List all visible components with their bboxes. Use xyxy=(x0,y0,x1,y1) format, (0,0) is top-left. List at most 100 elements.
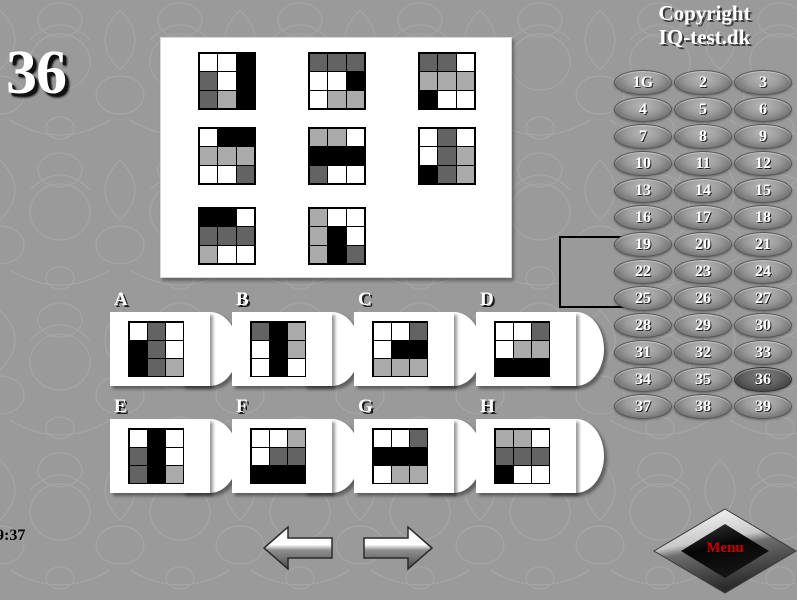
question-number-pad[interactable]: 1G 2 3 4 5 6 7 8 9 10 11 12 13 14 15 16 17 18 19 20 21 22 23 24… xyxy=(614,70,794,420)
question-button-33[interactable]: 33 xyxy=(734,340,792,365)
question-button-3[interactable]: 3 xyxy=(734,70,792,95)
grid-cell-r2c1 xyxy=(372,446,392,466)
grid-cell-r2c1 xyxy=(198,146,219,166)
question-button-16[interactable]: 16 xyxy=(614,205,672,230)
answer-option-D[interactable]: D xyxy=(476,290,604,386)
grid-cell-r1c1 xyxy=(250,428,270,448)
question-button-11[interactable]: 11 xyxy=(674,151,732,176)
question-button-4[interactable]: 4 xyxy=(614,97,672,122)
answer-option-H[interactable]: H xyxy=(476,397,604,493)
question-button-10[interactable]: 10 xyxy=(614,151,672,176)
grid-cell-r1c2 xyxy=(146,428,166,448)
question-button-5[interactable]: 5 xyxy=(674,97,732,122)
question-button-2[interactable]: 2 xyxy=(674,70,732,95)
question-button-28[interactable]: 28 xyxy=(614,313,672,338)
question-button-26[interactable]: 26 xyxy=(674,286,732,311)
grid-cell-r3c2 xyxy=(327,164,347,185)
grid-cell-r3c1 xyxy=(418,89,439,110)
grid-cell-r2c3 xyxy=(455,71,476,91)
question-button-31[interactable]: 31 xyxy=(614,340,672,365)
answer-option-label-G: G xyxy=(358,396,373,417)
grid-cell-r2c2 xyxy=(437,71,457,91)
question-button-25[interactable]: 25 xyxy=(614,286,672,311)
question-button-21[interactable]: 21 xyxy=(734,232,792,257)
question-button-22[interactable]: 22 xyxy=(614,259,672,284)
grid-cell-r3c2 xyxy=(390,357,410,377)
grid-cell-r3c3 xyxy=(235,89,256,110)
answer-option-B[interactable]: B xyxy=(232,290,360,386)
question-button-37[interactable]: 37 xyxy=(614,394,672,419)
question-button-36[interactable]: 36 xyxy=(734,367,792,392)
grid-cell-r2c2 xyxy=(327,226,347,246)
grid-cell-r2c1 xyxy=(308,146,329,166)
grid-cell-r3c1 xyxy=(372,357,392,377)
grid-cell-r1c3 xyxy=(235,127,256,148)
grid-cell-r3c1 xyxy=(494,464,514,484)
grid-cell-r2c2 xyxy=(268,339,288,359)
answer-option-F[interactable]: F xyxy=(232,397,360,493)
grid-cell-r2c3 xyxy=(286,339,306,359)
grid-cell-r1c2 xyxy=(146,321,166,341)
question-button-14[interactable]: 14 xyxy=(674,178,732,203)
next-arrow-icon[interactable] xyxy=(362,525,434,571)
grid-cell-r1c2 xyxy=(512,428,532,448)
grid-cell-r1c3 xyxy=(286,321,306,341)
answer-option-A[interactable]: A xyxy=(110,290,238,386)
question-button-39[interactable]: 39 xyxy=(734,394,792,419)
answer-option-G[interactable]: G xyxy=(354,397,482,493)
menu-button[interactable]: Menu xyxy=(652,507,797,595)
matrix-panel xyxy=(160,37,655,308)
grid-cell-r3c2 xyxy=(217,89,237,110)
grid-cell-r1c3 xyxy=(286,428,306,448)
answer-option-grid-A xyxy=(128,321,184,377)
grid-cell-r2c2 xyxy=(217,71,237,91)
question-button-27[interactable]: 27 xyxy=(734,286,792,311)
grid-cell-r1c1 xyxy=(494,428,514,448)
question-button-9[interactable]: 9 xyxy=(734,124,792,149)
grid-cell-r3c3 xyxy=(455,89,476,110)
question-button-18[interactable]: 18 xyxy=(734,205,792,230)
question-button-1G[interactable]: 1G xyxy=(614,70,672,95)
grid-cell-r1c2 xyxy=(327,52,347,73)
answer-option-E[interactable]: E xyxy=(110,397,238,493)
grid-cell-r2c2 xyxy=(390,339,410,359)
question-button-38[interactable]: 38 xyxy=(674,394,732,419)
answer-option-grid-C xyxy=(372,321,428,377)
question-button-20[interactable]: 20 xyxy=(674,232,732,257)
answer-option-grid-E xyxy=(128,428,184,484)
grid-cell-r2c1 xyxy=(250,446,270,466)
question-button-35[interactable]: 35 xyxy=(674,367,732,392)
answer-option-grid-F xyxy=(250,428,306,484)
grid-cell-r1c1 xyxy=(494,321,514,341)
question-button-32[interactable]: 32 xyxy=(674,340,732,365)
grid-cell-r2c3 xyxy=(455,146,476,166)
question-button-8[interactable]: 8 xyxy=(674,124,732,149)
grid-cell-r2c1 xyxy=(128,339,148,359)
grid-cell-r1c2 xyxy=(437,127,457,148)
grid-cell-r2c2 xyxy=(327,146,347,166)
question-button-17[interactable]: 17 xyxy=(674,205,732,230)
question-button-29[interactable]: 29 xyxy=(674,313,732,338)
grid-cell-r3c3 xyxy=(530,464,550,484)
question-button-7[interactable]: 7 xyxy=(614,124,672,149)
previous-arrow-icon[interactable] xyxy=(262,525,334,571)
question-button-23[interactable]: 23 xyxy=(674,259,732,284)
grid-cell-r2c3 xyxy=(530,339,550,359)
question-button-30[interactable]: 30 xyxy=(734,313,792,338)
matrix-cell-m3 xyxy=(418,52,476,110)
question-button-24[interactable]: 24 xyxy=(734,259,792,284)
grid-cell-r1c2 xyxy=(437,52,457,73)
question-button-6[interactable]: 6 xyxy=(734,97,792,122)
grid-cell-r1c1 xyxy=(418,127,439,148)
grid-cell-r1c3 xyxy=(408,428,428,448)
grid-cell-r1c3 xyxy=(164,321,184,341)
question-button-34[interactable]: 34 xyxy=(614,367,672,392)
question-button-15[interactable]: 15 xyxy=(734,178,792,203)
grid-cell-r2c3 xyxy=(235,226,256,246)
grid-cell-r1c2 xyxy=(390,428,410,448)
matrix-cell-m2 xyxy=(308,52,366,110)
answer-option-C[interactable]: C xyxy=(354,290,482,386)
question-button-13[interactable]: 13 xyxy=(614,178,672,203)
question-button-19[interactable]: 19 xyxy=(614,232,672,257)
question-button-12[interactable]: 12 xyxy=(734,151,792,176)
